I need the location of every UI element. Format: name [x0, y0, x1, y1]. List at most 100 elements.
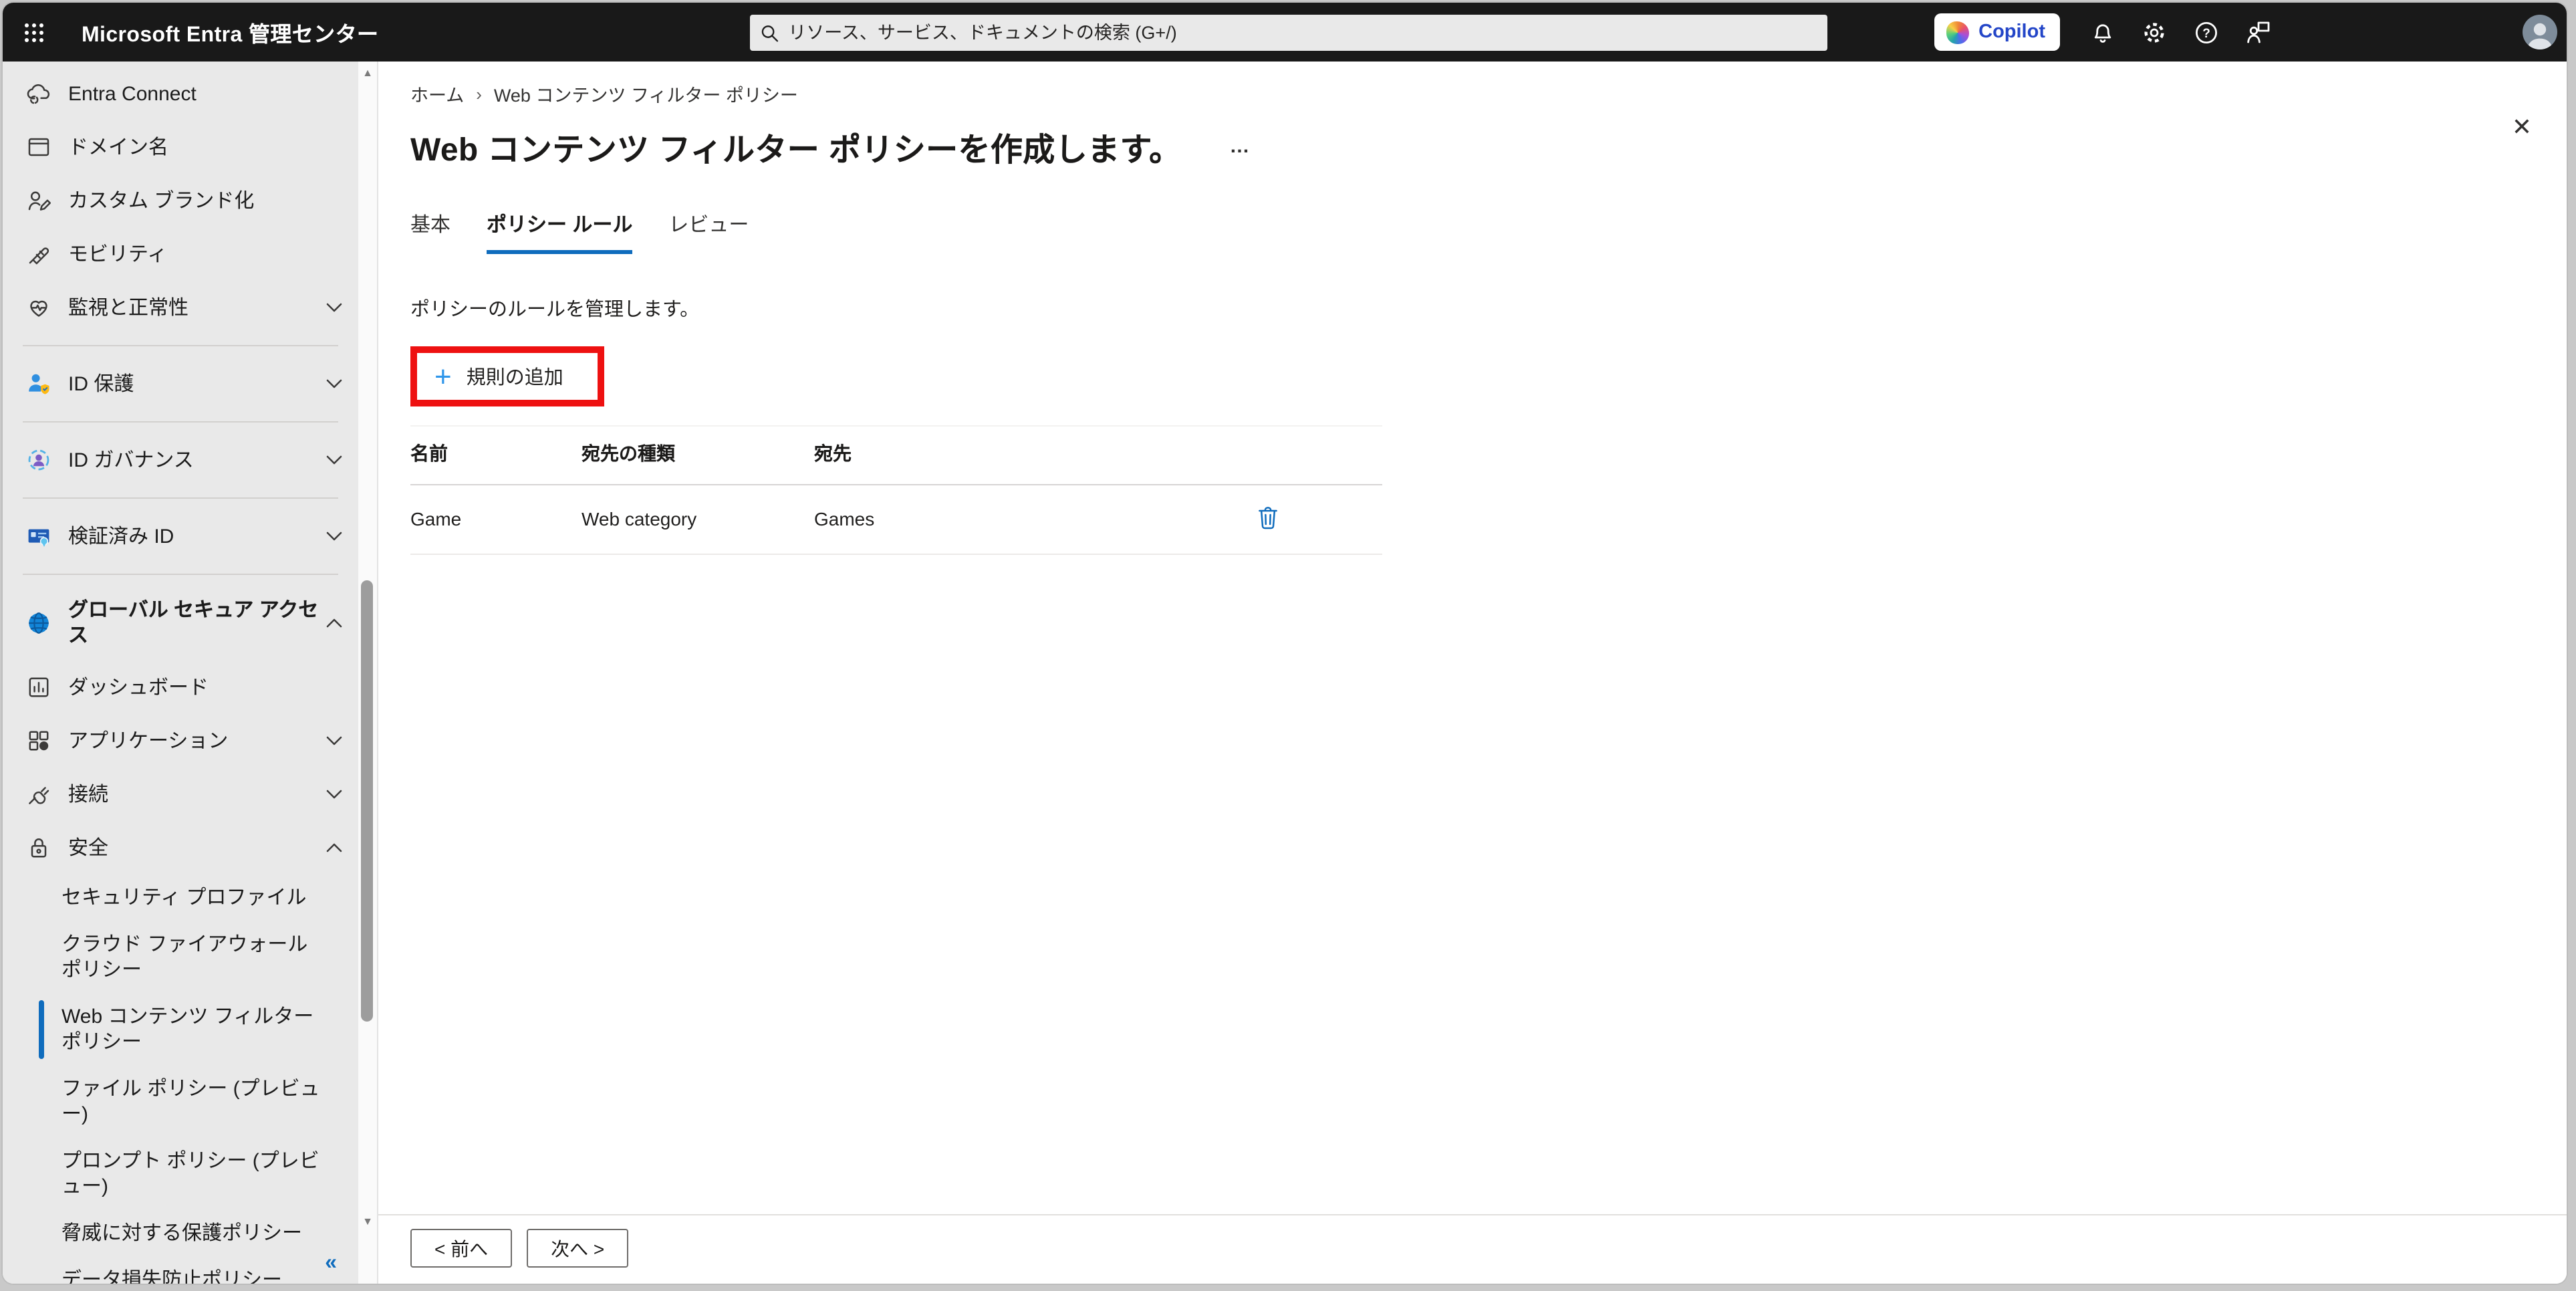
sidebar-item-security[interactable]: 安全	[3, 821, 358, 874]
sidebar-item-label: ダッシュボード	[68, 676, 209, 699]
wizard-tabs: 基本 ポリシー ルール レビュー	[410, 210, 2567, 254]
selected-item-marker	[39, 1000, 44, 1059]
scrollbar-thumb[interactable]	[361, 580, 373, 1022]
title-row: Web コンテンツ フィルター ポリシーを作成します。 …	[410, 123, 2567, 170]
tab-basics[interactable]: 基本	[410, 210, 450, 254]
help-button[interactable]: ?	[2180, 3, 2232, 62]
top-bar: Microsoft Entra 管理センター Copilot	[3, 3, 2567, 62]
sidebar-item-global-secure-access[interactable]: グローバル セキュア アクセス	[3, 586, 358, 661]
sidebar-item-label: ファイル ポリシー (プレビュー)	[61, 1078, 320, 1126]
cloud-sync-icon	[27, 84, 50, 104]
sidebar-item-domain-names[interactable]: ドメイン名	[3, 120, 358, 174]
sidebar-item-label: Web コンテンツ フィルター ポリシー	[61, 1006, 314, 1054]
breadcrumb-current[interactable]: Web コンテンツ フィルター ポリシー	[494, 80, 798, 107]
sidebar-item-label: セキュリティ プロファイル	[61, 887, 307, 909]
sidebar-item-mobility[interactable]: モビリティ	[3, 227, 358, 281]
table-row[interactable]: Game Web category Games	[410, 485, 1382, 555]
next-button[interactable]: 次へ >	[527, 1229, 629, 1268]
copilot-button[interactable]: Copilot	[1934, 13, 2060, 51]
sidebar-item-label: ID ガバナンス	[68, 449, 194, 471]
sidebar-subitem-web-content-filter-policies[interactable]: Web コンテンツ フィルター ポリシー	[3, 993, 358, 1066]
tab-review[interactable]: レビュー	[668, 210, 749, 254]
sidebar-subitem-prompt-policies-preview[interactable]: プロンプト ポリシー (プレビュー)	[3, 1138, 358, 1210]
global-search[interactable]	[750, 15, 1827, 51]
identity-protection-icon	[29, 374, 49, 394]
entra-admin-center: Microsoft Entra 管理センター Copilot	[0, 0, 2576, 1291]
sidebar-item-label: 検証済み ID	[68, 525, 174, 548]
rules-table: 名前 宛先の種類 宛先 Game Web category Games	[410, 425, 1382, 555]
chevron-down-icon	[326, 736, 342, 745]
sidebar-item-applications[interactable]: アプリケーション	[3, 714, 358, 768]
notifications-button[interactable]	[2076, 3, 2128, 62]
feedback-button[interactable]	[2232, 3, 2285, 62]
annotation-highlight-box: + 規則の追加	[410, 346, 605, 406]
sidebar-item-id-protection[interactable]: ID 保護	[3, 357, 358, 410]
previous-button[interactable]: < 前へ	[410, 1229, 513, 1268]
chevron-down-icon	[326, 303, 342, 312]
sidebar-item-label: 接続	[68, 783, 109, 806]
sidebar-item-label: クラウド ファイアウォール ポリシー	[61, 933, 308, 981]
apps-grid-icon	[29, 731, 49, 751]
sidebar-subitem-data-loss-prevention-policies[interactable]: データ損失防止ポリシー	[3, 1257, 358, 1284]
svg-text:?: ?	[2202, 26, 2210, 40]
sidebar-subitem-threat-protection-policies[interactable]: 脅威に対する保護ポリシー	[3, 1210, 358, 1257]
sidebar-item-label: データ損失防止ポリシー	[61, 1269, 283, 1284]
chevron-down-icon	[326, 379, 342, 388]
sidebar-item-label: モビリティ	[68, 243, 168, 265]
sidebar-item-label: カスタム ブランド化	[68, 189, 255, 212]
account-avatar[interactable]	[2523, 15, 2557, 49]
tab-policy-rules[interactable]: ポリシー ルール	[487, 210, 633, 254]
settings-button[interactable]	[2128, 3, 2180, 62]
sidebar-divider	[23, 574, 338, 575]
column-header-destination-type: 宛先の種類	[582, 443, 675, 464]
sidebar-collapse-button[interactable]: «	[325, 1252, 337, 1276]
identity-governance-icon	[28, 449, 49, 471]
sidebar-subitem-file-policies-preview[interactable]: ファイル ポリシー (プレビュー)	[3, 1066, 358, 1138]
breadcrumb-separator: ›	[476, 84, 482, 104]
sidebar-scrollbar[interactable]: ▲ ▼	[358, 62, 377, 1284]
add-rule-button[interactable]: + 規則の追加	[417, 353, 598, 400]
scroll-down-arrow[interactable]: ▼	[358, 1215, 377, 1227]
sidebar-divider	[23, 421, 338, 423]
sidebar-item-verified-id[interactable]: 検証済み ID	[3, 509, 358, 563]
help-icon: ?	[2195, 21, 2218, 43]
page-title: Web コンテンツ フィルター ポリシーを作成します。	[410, 132, 1182, 168]
mobility-icon	[29, 247, 49, 265]
column-header-actions	[1257, 440, 1382, 471]
sidebar-subitem-security-profiles[interactable]: セキュリティ プロファイル	[3, 874, 358, 921]
add-rule-label: 規則の追加	[466, 368, 563, 389]
sidebar-item-label: 脅威に対する保護ポリシー	[61, 1222, 303, 1245]
sidebar-divider	[23, 345, 338, 346]
column-header-destination: 宛先	[814, 443, 852, 464]
overflow-menu-button[interactable]: …	[1230, 135, 1251, 158]
delete-rule-button[interactable]	[1257, 505, 1279, 531]
lock-icon	[31, 838, 47, 858]
chevron-down-icon	[326, 790, 342, 799]
sidebar-item-connections[interactable]: 接続	[3, 768, 358, 821]
sidebar-item-dashboard[interactable]: ダッシュボード	[3, 661, 358, 714]
sidebar-divider	[23, 497, 338, 499]
sidebar-item-id-governance[interactable]: ID ガバナンス	[3, 433, 358, 487]
heart-pulse-icon	[30, 300, 47, 317]
chevron-up-icon	[326, 843, 342, 852]
sidebar-item-entra-connect[interactable]: Entra Connect	[3, 67, 358, 120]
breadcrumb: ホーム › Web コンテンツ フィルター ポリシー	[410, 80, 2567, 107]
sidebar-item-custom-branding[interactable]: カスタム ブランド化	[3, 174, 358, 227]
wizard-footer: < 前へ 次へ >	[378, 1214, 2567, 1284]
search-input[interactable]	[788, 23, 1817, 43]
topbar-actions: Copilot ?	[1934, 3, 2557, 62]
sidebar-subitem-cloud-firewall-policies[interactable]: クラウド ファイアウォール ポリシー	[3, 921, 358, 993]
scroll-up-arrow[interactable]: ▲	[358, 67, 377, 79]
breadcrumb-home[interactable]: ホーム	[410, 80, 464, 107]
cell-destination-type: Web category	[582, 507, 697, 529]
close-icon[interactable]: ✕	[2512, 115, 2532, 139]
sidebar: Entra Connect ドメイン名 カスタム ブランド化 モビリティ 監視と…	[3, 62, 358, 1284]
sidebar-item-label: ドメイン名	[68, 136, 169, 158]
app-title[interactable]: Microsoft Entra 管理センター	[82, 16, 378, 48]
gear-icon	[2144, 22, 2164, 42]
plus-icon: +	[434, 359, 452, 392]
sidebar-item-monitoring-health[interactable]: 監視と正常性	[3, 281, 358, 334]
app-launcher-button[interactable]	[3, 3, 64, 62]
copilot-label: Copilot	[1978, 21, 2045, 43]
